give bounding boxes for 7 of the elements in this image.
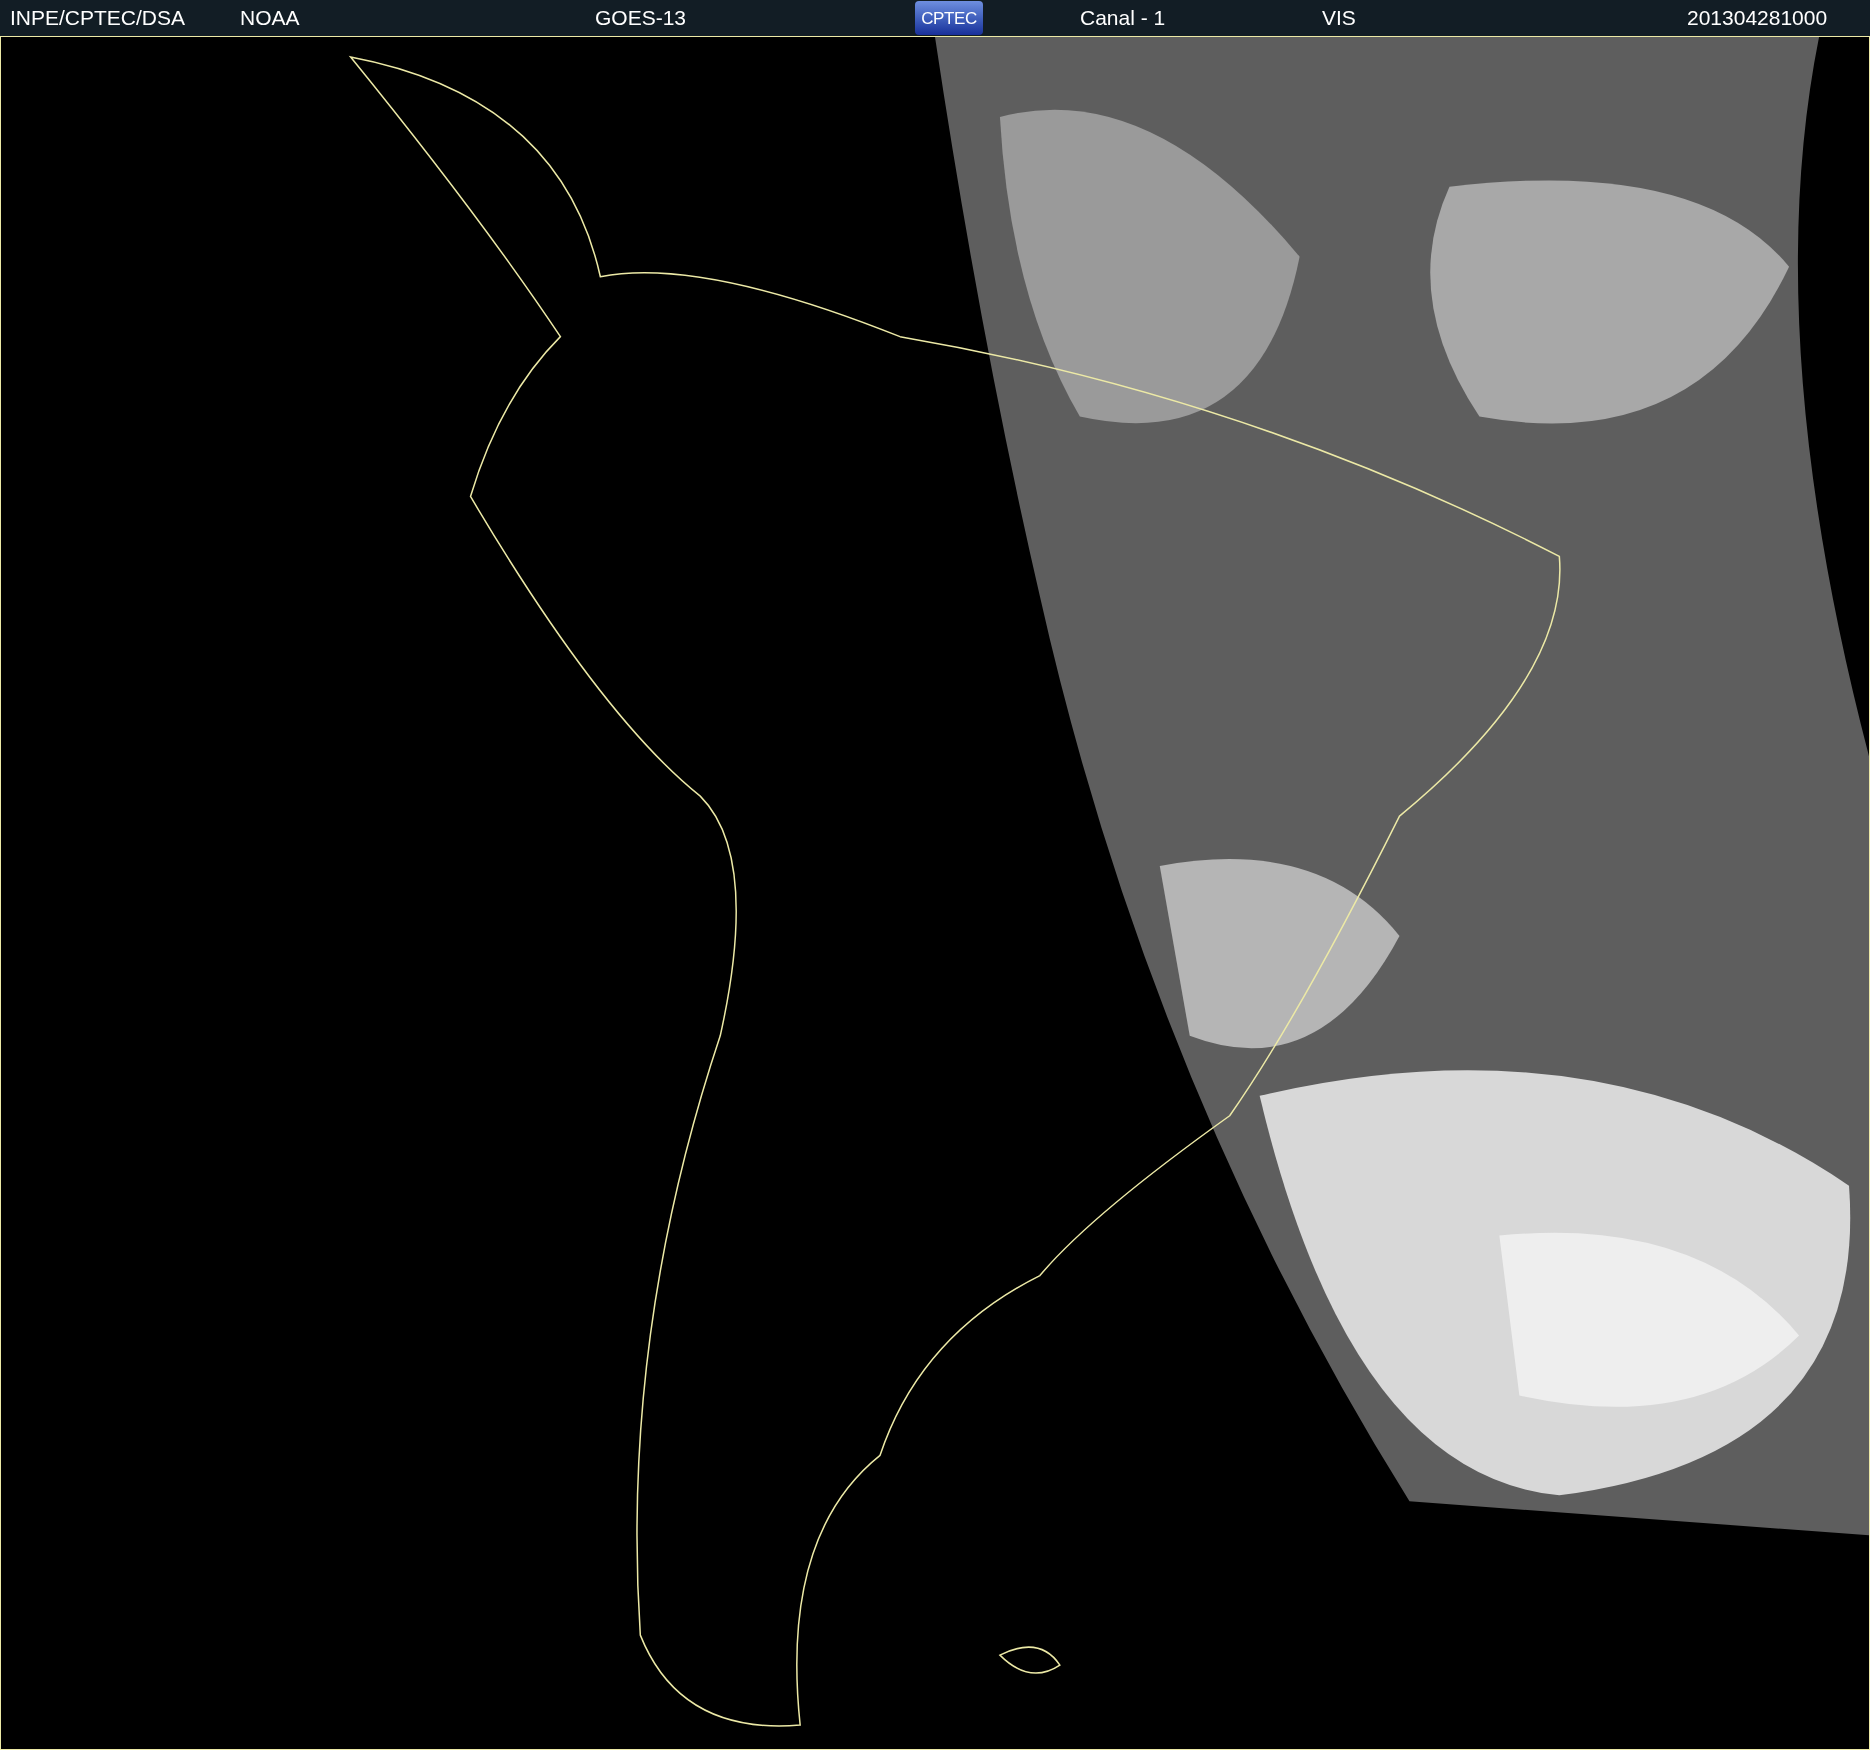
agency-label: NOAA bbox=[240, 5, 301, 32]
timestamp-label: 201304281000 bbox=[1687, 5, 1828, 32]
source-label: INPE/CPTEC/DSA bbox=[10, 5, 187, 32]
satellite-label: GOES-13 bbox=[595, 5, 688, 32]
logo: CPTEC bbox=[915, 1, 983, 35]
band-label: VIS bbox=[1322, 5, 1357, 32]
channel-label: Canal - 1 bbox=[1080, 5, 1167, 32]
